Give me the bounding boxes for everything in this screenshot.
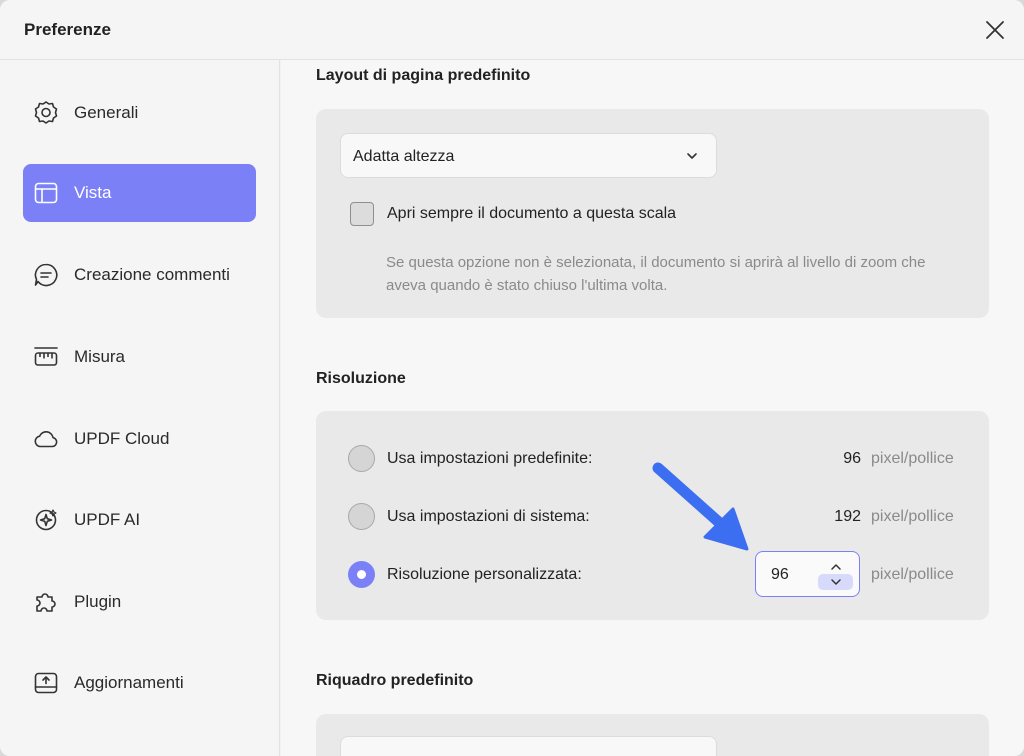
title-bar: Preferenze xyxy=(0,0,1024,60)
sidebar-item-label: Vista xyxy=(74,183,112,202)
comment-icon xyxy=(32,261,60,289)
resolution-card: Usa impostazioni predefinite: 96 pixel/p… xyxy=(316,411,989,620)
sidebar-item-updf-cloud[interactable]: UPDF Cloud xyxy=(23,410,256,468)
cloud-icon xyxy=(32,425,60,453)
chevron-down-icon xyxy=(687,153,697,159)
sidebar-item-misura[interactable]: Misura xyxy=(23,328,256,386)
default-resolution-value: 96 xyxy=(843,450,861,467)
custom-resolution-value: 96 xyxy=(771,566,789,583)
sidebar-item-label: UPDF AI xyxy=(74,510,141,529)
sidebar-item-aggiornamenti[interactable]: Aggiornamenti xyxy=(23,654,256,712)
crop-select[interactable] xyxy=(340,736,717,756)
radio-system-resolution[interactable] xyxy=(348,503,375,530)
custom-resolution-unit: pixel/pollice xyxy=(871,566,954,583)
radio-custom-resolution-label: Risoluzione personalizzata: xyxy=(387,566,582,583)
puzzle-icon xyxy=(32,588,60,616)
sidebar-item-label: Plugin xyxy=(74,592,122,611)
section-title-layout: Layout di pagina predefinito xyxy=(316,67,531,84)
scale-hint-text: Se questa opzione non è selezionata, il … xyxy=(386,254,926,294)
section-title-resolution: Risoluzione xyxy=(316,370,406,387)
crop-card xyxy=(316,714,989,756)
sidebar-item-label: UPDF Cloud xyxy=(74,429,170,448)
close-button[interactable] xyxy=(982,17,1008,43)
system-resolution-unit: pixel/pollice xyxy=(871,508,954,525)
always-open-scale-checkbox[interactable] xyxy=(350,202,374,226)
sidebar-item-label: Aggiornamenti xyxy=(74,673,184,692)
always-open-scale-label: Apri sempre il documento a questa scala xyxy=(387,205,677,222)
window-title: Preferenze xyxy=(24,20,111,39)
ai-sparkle-icon xyxy=(32,506,60,534)
ruler-icon xyxy=(32,343,60,371)
sidebar-item-label: Creazione commenti xyxy=(74,265,230,284)
stepper-increment-button[interactable] xyxy=(818,559,853,574)
layout-icon xyxy=(32,179,60,207)
gear-icon xyxy=(32,99,60,127)
sidebar-item-label: Misura xyxy=(74,347,126,366)
layout-card: Adatta altezza Apri sempre il documento … xyxy=(316,109,989,318)
chevron-up-icon xyxy=(830,563,841,570)
radio-default-resolution-label: Usa impostazioni predefinite: xyxy=(387,450,593,467)
default-resolution-unit: pixel/pollice xyxy=(871,450,954,467)
preferences-window: Preferenze Generali Vista Creazione comm… xyxy=(0,0,1024,756)
stepper-decrement-button[interactable] xyxy=(818,574,853,590)
update-icon xyxy=(32,669,60,697)
sidebar-item-creazione-commenti[interactable]: Creazione commenti xyxy=(23,246,256,304)
sidebar-item-plugin[interactable]: Plugin xyxy=(23,573,256,631)
sidebar-item-vista[interactable]: Vista xyxy=(23,164,256,222)
sidebar-item-label: Generali xyxy=(74,103,139,122)
sidebar: Generali Vista Creazione commenti Misura… xyxy=(0,60,280,756)
page-layout-select[interactable]: Adatta altezza xyxy=(340,133,717,178)
chevron-down-icon xyxy=(830,579,841,585)
radio-default-resolution[interactable] xyxy=(348,445,375,472)
radio-system-resolution-label: Usa impostazioni di sistema: xyxy=(387,508,590,525)
radio-custom-resolution[interactable] xyxy=(348,561,375,588)
sidebar-item-generali[interactable]: Generali xyxy=(23,84,256,142)
system-resolution-value: 192 xyxy=(834,508,861,525)
section-title-crop: Riquadro predefinito xyxy=(316,672,474,689)
custom-resolution-stepper[interactable]: 96 xyxy=(755,551,860,597)
page-layout-select-value: Adatta altezza xyxy=(353,148,455,165)
settings-content: Layout di pagina predefinito Adatta alte… xyxy=(281,60,1024,756)
sidebar-item-updf-ai[interactable]: UPDF AI xyxy=(23,491,256,549)
close-icon xyxy=(986,21,1004,39)
